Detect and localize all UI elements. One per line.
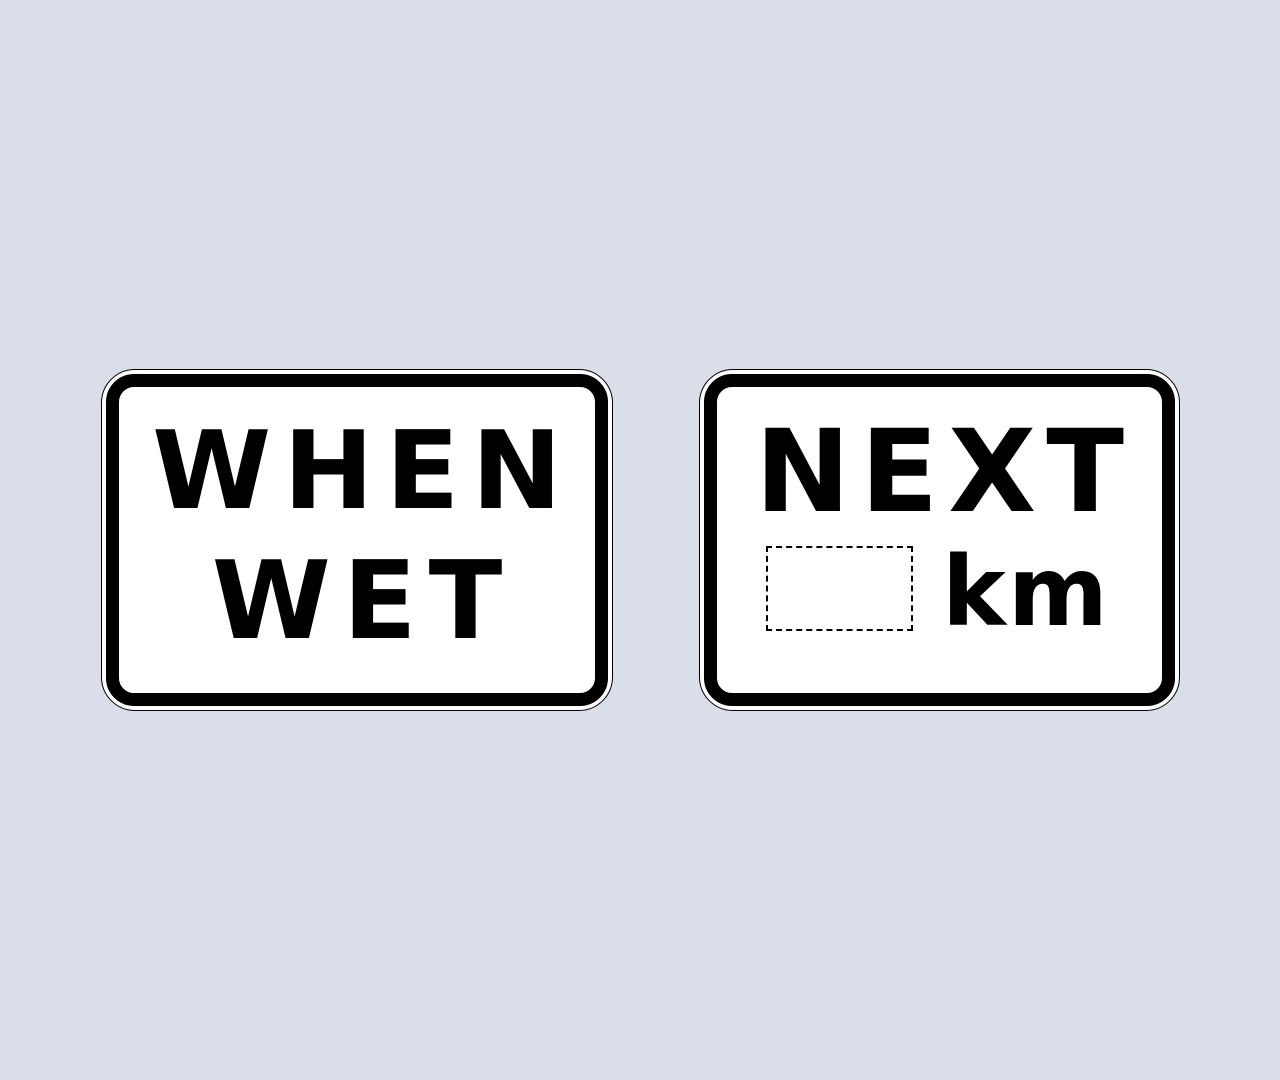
when-wet-sign: WHEN WET [101, 369, 613, 711]
sign-line-next: NEXT [755, 405, 1134, 538]
sign-line-wet: WET [211, 539, 515, 664]
distance-placeholder-box [766, 546, 913, 631]
sign-line-when: WHEN [152, 409, 574, 534]
next-km-sign: NEXT km [699, 369, 1180, 711]
sign-unit-km: km [942, 536, 1110, 648]
